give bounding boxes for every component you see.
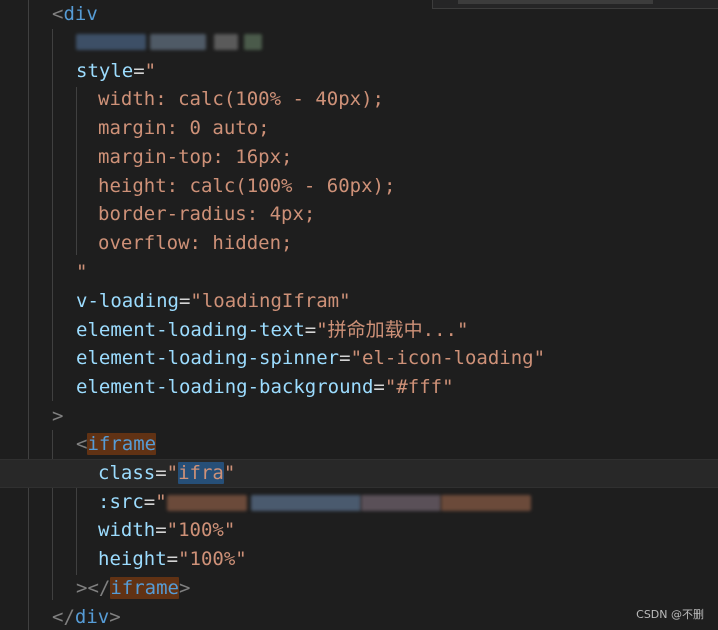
code-line-5[interactable]: margin: 0 auto;	[98, 114, 270, 143]
code-line-6[interactable]: margin-top: 16px;	[98, 143, 292, 172]
string-quote: "	[166, 462, 179, 484]
code-line-21[interactable]: ></iframe>	[76, 574, 190, 603]
watermark: CSDN @不删	[636, 608, 704, 621]
find-widget-edge	[432, 0, 718, 9]
code-line-18[interactable]: :src="	[98, 488, 531, 517]
string-quote: "	[144, 60, 157, 82]
equals-sign: =	[339, 347, 351, 369]
equals-sign: =	[155, 462, 167, 484]
tag-name-highlighted: iframe	[87, 433, 157, 455]
redacted-url	[250, 494, 361, 511]
code-line-20[interactable]: height="100%"	[98, 545, 247, 574]
tag-close-bracket: ></	[76, 577, 111, 599]
word-highlight: ifra	[178, 462, 224, 484]
code-line-15[interactable]: >	[52, 402, 63, 431]
redacted-attribute	[244, 33, 262, 50]
code-line-3[interactable]: style="	[76, 57, 156, 86]
code-line-1[interactable]: <div	[52, 0, 98, 29]
redacted-url	[360, 494, 441, 511]
tag-close-bracket: </	[52, 606, 75, 628]
tag-open-bracket: <	[76, 433, 88, 455]
indent-guide-3	[76, 87, 77, 255]
attribute-name: element-loading-background	[76, 376, 374, 398]
tag-close-bracket: >	[178, 577, 191, 599]
code-line-13[interactable]: element-loading-spinner="el-icon-loading…	[76, 344, 545, 373]
code-line-16[interactable]: <iframe	[76, 430, 157, 459]
attribute-value: "loadingIfram"	[190, 290, 351, 312]
equals-sign: =	[178, 290, 191, 312]
attribute-value: "拼命加载中..."	[316, 319, 469, 341]
redacted-attribute	[214, 33, 238, 50]
attribute-value: "#fff"	[384, 376, 454, 398]
attribute-name: v-loading	[76, 290, 179, 312]
tag-name: div	[74, 606, 110, 628]
code-line-12[interactable]: element-loading-text="拼命加载中..."	[76, 316, 468, 345]
code-line-9[interactable]: overflow: hidden;	[98, 229, 292, 258]
code-line-2[interactable]	[76, 27, 262, 56]
equals-sign: =	[133, 60, 145, 82]
indent-guide-1	[28, 0, 29, 630]
attribute-value: "100%"	[166, 519, 236, 541]
tag-close-bracket: >	[109, 606, 121, 628]
code-editor[interactable]: <div style=" width: calc(100% - 40px); m…	[0, 0, 718, 630]
redacted-url	[440, 494, 531, 511]
attribute-value: "100%"	[178, 548, 247, 570]
tag-name: div	[63, 3, 98, 25]
attribute-name: width	[98, 519, 156, 541]
code-line-8[interactable]: border-radius: 4px;	[98, 200, 315, 229]
code-line-14[interactable]: element-loading-background="#fff"	[76, 373, 454, 402]
indent-guide-2	[52, 29, 53, 401]
redacted-url	[166, 494, 247, 511]
attribute-name: :src	[98, 491, 144, 513]
equals-sign: =	[166, 548, 179, 570]
indent-guide-4	[52, 430, 53, 600]
equals-sign: =	[155, 519, 167, 541]
attribute-name: height	[98, 548, 167, 570]
string-quote: "	[155, 491, 167, 513]
tag-name-highlighted: iframe	[110, 577, 179, 599]
attribute-name: element-loading-spinner	[76, 347, 340, 369]
tag-open-bracket: <	[52, 3, 64, 25]
attribute-name: style	[76, 60, 134, 82]
redacted-attribute	[76, 33, 146, 50]
code-line-17[interactable]: class="ifra"	[98, 459, 235, 488]
code-line-22[interactable]: </div>	[52, 603, 121, 630]
code-line-10[interactable]: "	[76, 258, 87, 287]
code-line-7[interactable]: height: calc(100% - 60px);	[98, 172, 395, 201]
code-line-11[interactable]: v-loading="loadingIfram"	[76, 287, 351, 316]
code-line-19[interactable]: width="100%"	[98, 516, 235, 545]
attribute-value: "el-icon-loading"	[350, 347, 546, 369]
code-line-4[interactable]: width: calc(100% - 40px);	[98, 85, 384, 114]
string-quote: "	[223, 462, 236, 484]
redacted-attribute	[150, 33, 206, 50]
equals-sign: =	[304, 319, 317, 341]
attribute-name: class	[98, 462, 156, 484]
equals-sign: =	[143, 491, 156, 513]
attribute-name: element-loading-text	[76, 319, 305, 341]
equals-sign: =	[373, 376, 385, 398]
